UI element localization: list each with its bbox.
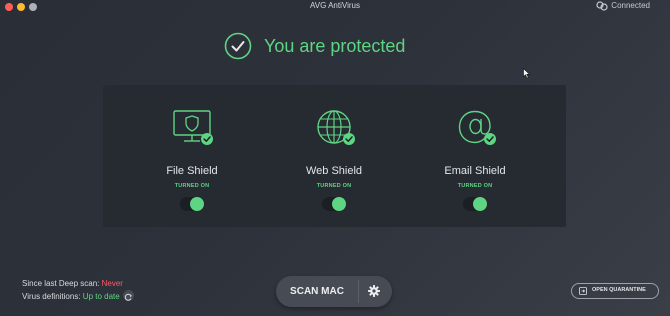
- web-shield-toggle[interactable]: [322, 197, 346, 211]
- quarantine-label: OPEN QUARANTINE: [592, 287, 646, 293]
- connection-status: Connected: [611, 1, 650, 10]
- link-icon: [596, 1, 608, 11]
- at-sign-icon: [458, 110, 496, 145]
- window-title: AVG AntiVirus: [310, 1, 360, 10]
- scan-button-group: SCAN MAC: [276, 276, 392, 307]
- check-circle-icon: [224, 32, 252, 60]
- shield-state: TURNED ON: [316, 183, 352, 189]
- title-bar: AVG AntiVirus Connected: [0, 0, 670, 14]
- definitions-info: Virus definitions: Up to date: [22, 292, 120, 301]
- deep-scan-info: Since last Deep scan: Never: [22, 279, 123, 288]
- toggle-knob: [473, 197, 487, 211]
- shield-name: Email Shield: [444, 165, 506, 177]
- status-text: You are protected: [264, 36, 406, 56]
- gear-icon[interactable]: [367, 284, 381, 298]
- deep-scan-label: Since last Deep scan:: [22, 279, 100, 288]
- shield-name: Web Shield: [305, 165, 363, 177]
- shield-state: TURNED ON: [457, 183, 493, 189]
- deep-scan-value: Never: [101, 279, 123, 288]
- shield-state: TURNED ON: [174, 183, 210, 189]
- toggle-knob: [332, 197, 346, 211]
- monitor-shield-icon: [173, 110, 213, 145]
- shields-panel: File Shield TURNED ON Web Shield TURNED …: [103, 85, 566, 227]
- definitions-value: Up to date: [82, 292, 120, 301]
- definitions-label: Virus definitions:: [22, 292, 81, 301]
- shield-name: File Shield: [166, 165, 218, 177]
- refresh-icon: [124, 293, 132, 301]
- file-shield-toggle[interactable]: [180, 197, 204, 211]
- globe-icon: [317, 110, 355, 145]
- open-quarantine-button[interactable]: OPEN QUARANTINE: [571, 283, 659, 299]
- divider: [358, 280, 359, 303]
- toggle-knob: [190, 197, 204, 211]
- email-shield-toggle[interactable]: [463, 197, 487, 211]
- arrow-out-icon: [579, 287, 587, 295]
- scan-mac-button[interactable]: SCAN MAC: [276, 286, 358, 297]
- mouse-cursor-icon: [523, 68, 531, 79]
- refresh-definitions-button[interactable]: [123, 290, 134, 301]
